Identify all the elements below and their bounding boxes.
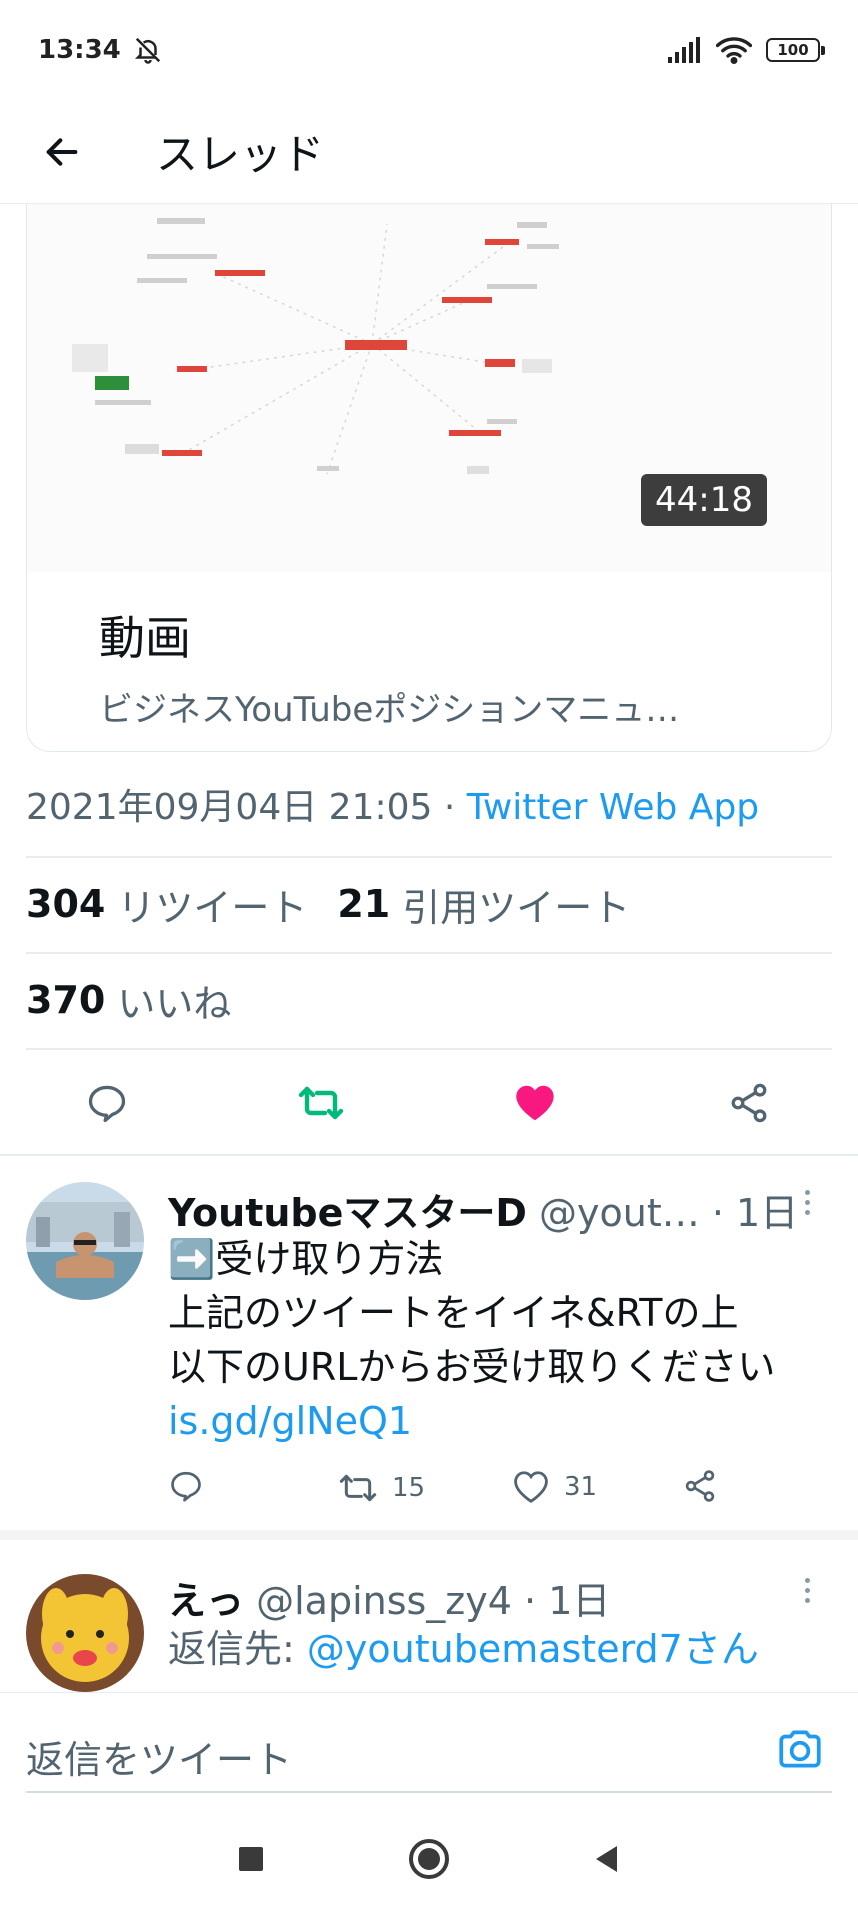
camera-button[interactable] [772, 1721, 828, 1777]
compose-reply-bar: 返信をツイート [0, 1692, 858, 1810]
meta-separator: · [432, 787, 467, 828]
heart-outline-icon [514, 1471, 548, 1503]
reply-time: · 1日 [524, 1579, 611, 1623]
like-label[interactable]: いいね [117, 973, 231, 1028]
signal-icon [668, 37, 700, 63]
more-icon [804, 1189, 810, 1195]
input-underline [26, 1791, 832, 1793]
reply-line: ➡️受け取り方法 [168, 1237, 444, 1281]
back-button[interactable] [32, 122, 92, 182]
reply-to-label: 返信先: [168, 1627, 307, 1671]
header: スレッド [0, 100, 858, 204]
source-link[interactable]: Twitter Web App [467, 787, 759, 828]
retweet-count[interactable]: 304 [26, 882, 105, 926]
home-button[interactable] [402, 1832, 456, 1886]
reply-to-line: 返信先: @youtubemasterd7さん [168, 1622, 759, 1676]
reply-line: 上記のツイートをイイネ&RTの上 [168, 1291, 739, 1335]
back-nav-button[interactable] [580, 1832, 634, 1886]
retweet-icon [298, 1086, 344, 1120]
video-thumbnail[interactable]: 44:18 [27, 204, 831, 572]
reply-icon [88, 1085, 126, 1123]
retweet-button[interactable] [286, 1068, 356, 1138]
avatar-image [26, 1574, 144, 1692]
reply-tweet[interactable]: YoutubeマスターD @yout… · 1日 ➡️受け取り方法 上記のツイー… [0, 1156, 858, 1530]
more-icon [804, 1577, 810, 1583]
heart-icon [516, 1085, 554, 1121]
user-handle[interactable]: @lapinss_zy4 [256, 1579, 512, 1623]
battery-indicator: 100 [766, 38, 825, 62]
avatar[interactable] [26, 1574, 144, 1692]
system-navigation-bar [0, 1810, 858, 1907]
video-card[interactable]: 44:18 動画 ビジネスYouTubeポジションマニュ… [26, 204, 832, 752]
tweet-datetime: 2021年09月04日 21:05 [26, 787, 433, 828]
square-icon [239, 1847, 263, 1871]
camera-icon [779, 1730, 821, 1768]
avatar[interactable] [26, 1182, 144, 1300]
muted-bell-icon [134, 37, 160, 64]
like-button[interactable] [500, 1068, 570, 1138]
share-button[interactable] [714, 1068, 784, 1138]
tweet-action-bar [0, 1050, 858, 1154]
wifi-icon [716, 37, 752, 64]
retweet-icon [339, 1474, 377, 1502]
share-icon [685, 1470, 715, 1502]
reply-share-button[interactable] [682, 1468, 718, 1504]
reply-text: ➡️受け取り方法 上記のツイートをイイネ&RTの上 以下のURLからお受け取りく… [168, 1232, 775, 1448]
reply-tweet[interactable]: えっ @lapinss_zy4 · 1日 返信先: @youtubemaster… [0, 1540, 858, 1692]
home-circle-icon [409, 1839, 449, 1879]
more-options-button[interactable] [792, 1182, 822, 1222]
reply-time: · 1日 [711, 1191, 799, 1235]
reply-header: えっ @lapinss_zy4 · 1日 [168, 1570, 610, 1625]
quote-label[interactable]: 引用ツイート [402, 877, 630, 932]
more-options-button[interactable] [792, 1570, 822, 1610]
retweet-label[interactable]: リツイート [117, 877, 307, 932]
like-count[interactable]: 370 [26, 978, 105, 1022]
recents-button[interactable] [224, 1832, 278, 1886]
reply-action-bar: 15 31 [168, 1468, 768, 1518]
back-triangle-icon [596, 1846, 617, 1872]
reply-link[interactable]: is.gd/glNeQ1 [168, 1394, 775, 1448]
reply-icon [171, 1471, 201, 1502]
quote-count[interactable]: 21 [337, 882, 390, 926]
retweet-stats-row: 304 リツイート 21 引用ツイート [26, 856, 660, 952]
reply-header: YoutubeマスターD @yout… · 1日 [168, 1182, 798, 1237]
reply-line: 以下のURLからお受け取りください [168, 1345, 776, 1389]
video-duration: 44:18 [641, 474, 767, 526]
reply-reply-button[interactable] [168, 1468, 204, 1504]
like-count: 31 [564, 1472, 598, 1502]
share-icon [731, 1083, 767, 1123]
card-description: ビジネスYouTubeポジションマニュ… [99, 690, 680, 730]
display-name[interactable]: YoutubeマスターD [168, 1191, 527, 1235]
back-arrow-icon [46, 137, 78, 166]
divider [0, 1530, 858, 1540]
display-name[interactable]: えっ [168, 1579, 244, 1623]
retweet-count: 15 [392, 1473, 426, 1503]
status-bar: 13:34 100 [0, 0, 858, 100]
card-title: 動画 [99, 611, 191, 665]
user-handle[interactable]: @yout… [539, 1191, 700, 1235]
page-title: スレッド [156, 130, 325, 179]
status-time: 13:34 [38, 35, 121, 65]
reply-like-button[interactable]: 31 [512, 1468, 597, 1506]
reply-to-mention[interactable]: @youtubemasterd7さん [307, 1627, 759, 1671]
reply-input[interactable]: 返信をツイート [26, 1729, 292, 1784]
tweet-timestamp-line: 2021年09月04日 21:05 · Twitter Web App [26, 778, 759, 830]
reply-retweet-button[interactable]: 15 [338, 1468, 425, 1508]
avatar-image [26, 1182, 144, 1300]
reply-button[interactable] [72, 1068, 142, 1138]
like-stats-row: 370 いいね [26, 952, 261, 1048]
